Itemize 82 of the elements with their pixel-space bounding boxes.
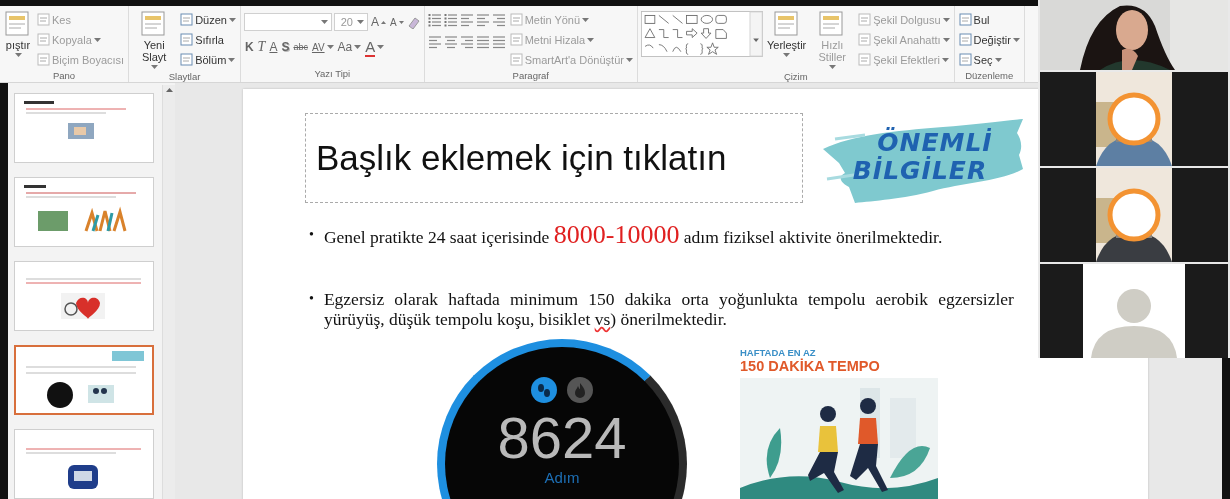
badge-text: ÖNEMLİ (877, 129, 993, 157)
document-icon (958, 33, 972, 46)
footsteps-icon (531, 377, 557, 403)
indent-icon[interactable] (475, 13, 490, 27)
format-button[interactable]: abc (292, 38, 309, 56)
flame-icon (567, 377, 593, 403)
group-label: Yazı Tipi (313, 67, 352, 81)
document-icon (180, 13, 194, 26)
ribbon-button[interactable]: Bölüm (179, 51, 237, 68)
align-left-icon[interactable] (427, 35, 442, 49)
line-spacing-icon[interactable] (491, 13, 506, 27)
bullet-text: Genel pratikte 24 saat içerisinde 8000-10000 adım fiziksel aktivite önerilmektedir. (323, 225, 943, 247)
ribbon-button[interactable]: Bul (957, 11, 1021, 28)
font-name-field[interactable] (243, 13, 332, 31)
format-button[interactable]: A (268, 38, 279, 56)
ribbon-button[interactable]: Düzen (179, 11, 237, 28)
shape-gallery[interactable] (640, 11, 763, 57)
slide-thumbnail[interactable] (14, 93, 154, 163)
group-label: Paragraf (511, 69, 550, 82)
document-icon (37, 53, 50, 66)
outdent-icon[interactable] (459, 13, 474, 27)
ribbon-button[interactable]: pıştır (3, 11, 33, 57)
document-icon (858, 53, 872, 66)
format-button[interactable]: A (369, 13, 387, 31)
ribbon-button[interactable]: Yeni Slayt (132, 11, 177, 69)
document-icon (37, 13, 50, 26)
scrollbar[interactable] (162, 85, 175, 499)
slide-thumbnail[interactable] (14, 177, 154, 247)
format-button[interactable]: S (280, 38, 291, 56)
privacy-mask (1107, 188, 1161, 242)
font-size-field[interactable]: 20 (333, 13, 368, 31)
document-icon (858, 13, 872, 26)
group-label: Düzenleme (964, 69, 1015, 82)
format-button[interactable]: A (388, 13, 405, 31)
document-icon (37, 33, 50, 46)
numbered-list-icon[interactable] (443, 13, 458, 27)
caret-icon (356, 20, 364, 24)
bullet-text: Egzersiz olarak haftada minimum 150 dakika orta yoğunlukta tempolu aerobik egzersizler yürüyüş, düşük tempolu koşu, bisiklet vs) önerilmektedir. (323, 289, 1014, 329)
slide-thumbnail[interactable] (14, 429, 154, 499)
document-icon (958, 13, 972, 26)
lower-icon (398, 20, 404, 24)
document-icon (858, 33, 872, 46)
ribbon-button[interactable]: Seç (957, 51, 1021, 68)
raise-icon (380, 20, 386, 24)
poster-headline: 150 DAKİKA TEMPO (740, 358, 881, 374)
format-button[interactable]: A (364, 38, 386, 56)
eraser-icon[interactable] (406, 15, 421, 29)
bullet-marker: • (309, 290, 314, 308)
title-placeholder[interactable]: Başlık eklemek için tıklatın (305, 113, 803, 203)
format-button[interactable]: K (243, 38, 255, 56)
align-right-icon[interactable] (459, 35, 474, 49)
document-icon (4, 11, 32, 37)
ribbon-button[interactable]: Değiştir (957, 31, 1021, 48)
scroll-up-icon[interactable] (165, 88, 173, 92)
document-icon (772, 11, 801, 37)
document-icon (509, 33, 523, 46)
poster-kicker: HAFTADA EN AZ (740, 347, 817, 358)
group-label: Slaytlar (167, 70, 202, 82)
document-icon (509, 13, 523, 26)
format-button[interactable]: Aa (336, 38, 363, 56)
step-count: 8624 (497, 407, 627, 469)
document-icon (180, 53, 194, 66)
columns-icon[interactable] (491, 35, 506, 49)
bullet-list-icon[interactable] (427, 13, 442, 27)
bullet-marker: • (309, 226, 314, 244)
slide-thumbnail[interactable] (14, 345, 154, 415)
caret-icon (320, 20, 328, 24)
ribbon-button[interactable]: Sıfırla (179, 31, 237, 48)
slide-thumbnail[interactable] (14, 261, 154, 331)
document-icon (509, 53, 523, 66)
badge-text: BİLGİLER (852, 157, 988, 185)
document-icon (958, 53, 972, 66)
format-button[interactable]: AV (310, 38, 335, 56)
document-icon (180, 33, 194, 46)
step-label: Adım (544, 469, 580, 486)
privacy-mask (1107, 92, 1161, 146)
justify-icon[interactable] (475, 35, 490, 49)
group-label: Çizim (782, 70, 809, 82)
ribbon-button[interactable]: Yerleştir (765, 11, 808, 57)
group-label: Pano (51, 69, 77, 82)
align-center-icon[interactable] (443, 35, 458, 49)
format-button[interactable]: T (256, 38, 267, 56)
